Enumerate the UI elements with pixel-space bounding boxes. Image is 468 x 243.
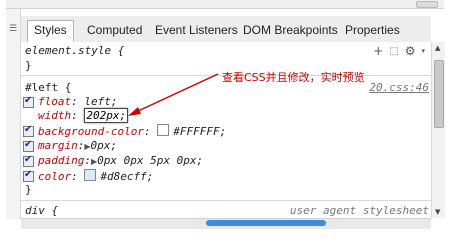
annotation-arrow	[128, 73, 219, 116]
